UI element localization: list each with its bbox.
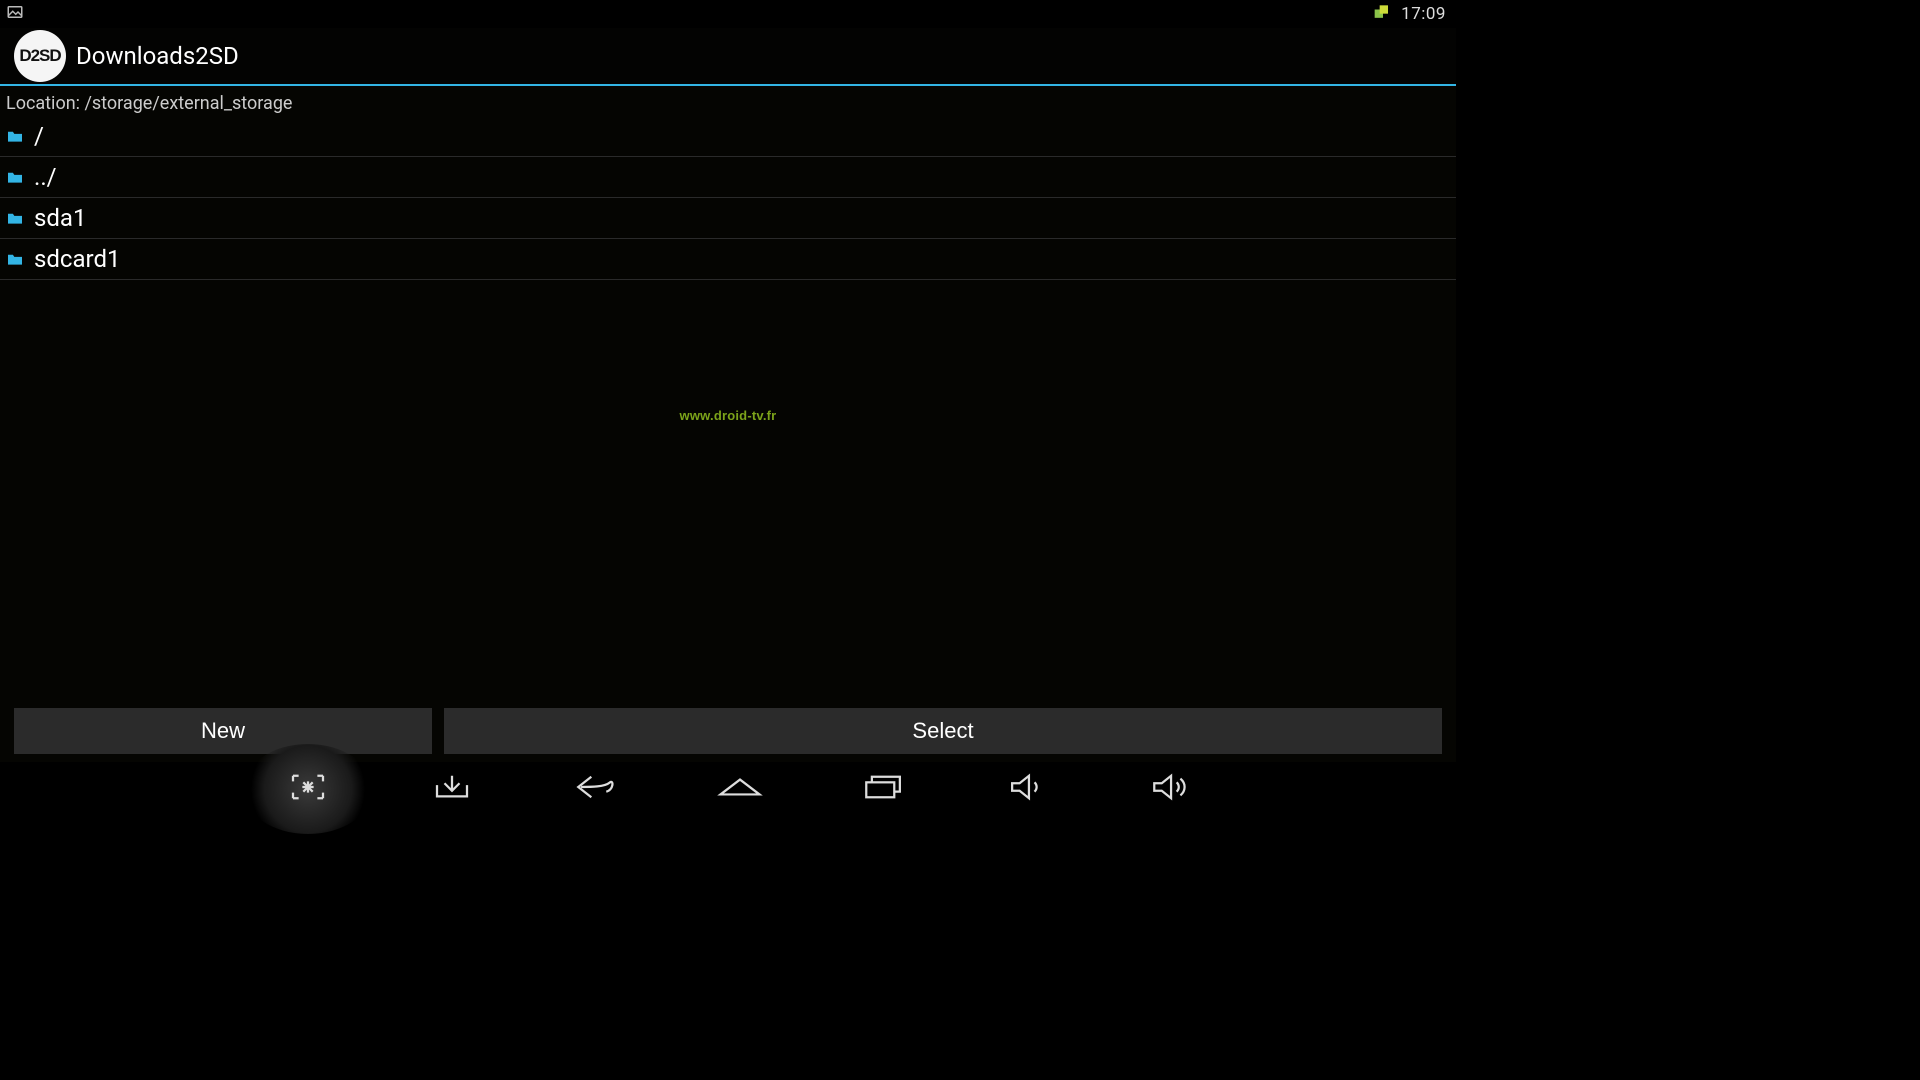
folder-icon: [6, 129, 24, 143]
list-item[interactable]: /: [0, 116, 1456, 157]
volume-down-icon: [1008, 773, 1048, 805]
nav-download-button[interactable]: [380, 762, 524, 816]
volume-up-icon: [1150, 773, 1194, 805]
folder-icon: [6, 252, 24, 266]
status-bar: 17:09: [0, 0, 1456, 28]
app-title: Downloads2SD: [76, 42, 239, 70]
nav-bar: [0, 762, 1456, 816]
file-list: / ../ sda1 sdcard1: [0, 116, 1456, 280]
button-row: New Select: [14, 708, 1442, 754]
list-item[interactable]: sda1: [0, 198, 1456, 239]
action-bar: D2SD Downloads2SD: [0, 28, 1456, 86]
nav-screenshot-button[interactable]: [236, 762, 380, 816]
network-icon: [1373, 3, 1393, 25]
download-icon: [431, 772, 473, 806]
watermark: www.droid-tv.fr: [680, 408, 777, 423]
new-button[interactable]: New: [14, 708, 432, 754]
file-name: ../: [34, 163, 57, 191]
nav-back-button[interactable]: [524, 762, 668, 816]
screen: 17:09 D2SD Downloads2SD Location: /stora…: [0, 0, 1456, 816]
nav-home-button[interactable]: [668, 762, 812, 816]
list-item[interactable]: sdcard1: [0, 239, 1456, 280]
status-right: 17:09: [1373, 3, 1446, 25]
location-path: /storage/external_storage: [84, 93, 292, 114]
folder-icon: [6, 170, 24, 184]
screenshot-icon: [289, 772, 327, 806]
nav-volume-up-button[interactable]: [1100, 762, 1244, 816]
status-clock: 17:09: [1401, 4, 1446, 24]
home-icon: [716, 774, 764, 804]
list-item[interactable]: ../: [0, 157, 1456, 198]
recent-apps-icon: [862, 773, 906, 805]
nav-volume-down-button[interactable]: [956, 762, 1100, 816]
select-button[interactable]: Select: [444, 708, 1442, 754]
location-text: Location: /storage/external_storage: [6, 93, 292, 114]
location-row: Location: /storage/external_storage: [0, 90, 1456, 116]
picture-icon: [6, 3, 24, 25]
file-name: sdcard1: [34, 245, 120, 273]
status-left: [6, 3, 24, 25]
nav-recent-button[interactable]: [812, 762, 956, 816]
file-name: sda1: [34, 204, 86, 232]
location-prefix: Location:: [6, 93, 84, 114]
folder-icon: [6, 211, 24, 225]
app-icon: D2SD: [14, 30, 66, 82]
file-name: /: [34, 122, 44, 150]
app-icon-label: D2SD: [19, 46, 60, 66]
back-icon: [572, 773, 620, 805]
